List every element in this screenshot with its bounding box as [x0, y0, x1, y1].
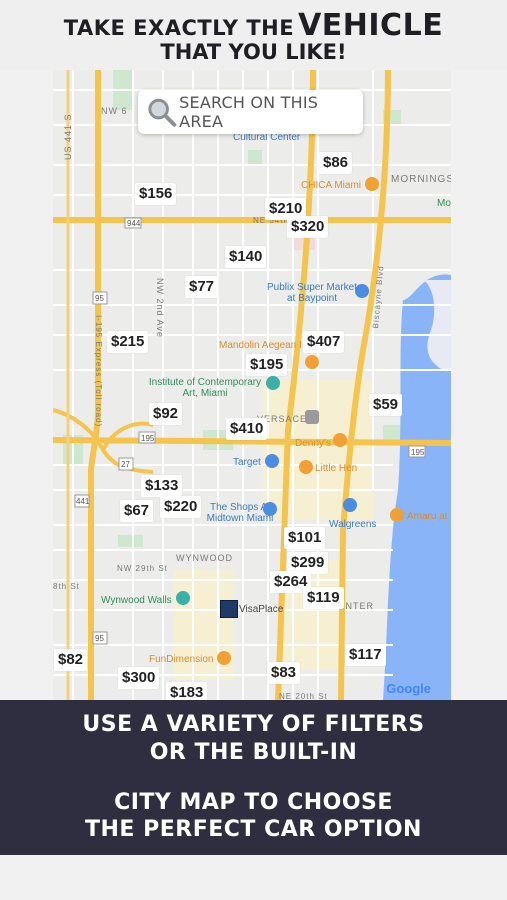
promo-line-3: CITY MAP TO CHOOSE [114, 790, 393, 815]
restaurant-pin-icon[interactable] [217, 651, 231, 665]
fundimension-label: FunDimension [149, 654, 214, 665]
visaplace-icon[interactable] [220, 600, 238, 618]
price-marker[interactable]: $101 [284, 527, 326, 549]
mandolin-label: Mandolin Aegean I [219, 340, 302, 351]
price-marker[interactable]: $410 [226, 418, 268, 440]
price-marker[interactable]: $82 [54, 649, 88, 671]
price-marker[interactable]: $86 [319, 152, 353, 174]
price-marker[interactable]: $140 [225, 246, 267, 268]
price-marker[interactable]: $92 [149, 403, 183, 425]
restaurant-pin-icon[interactable] [390, 508, 404, 522]
us441-label: US 441 S [63, 113, 73, 160]
route-195-label-b: 195 [411, 448, 425, 457]
headline-prefix: TAKE EXACTLY THE [63, 16, 295, 40]
wynwood-label: WYNWOOD [176, 553, 233, 563]
price-marker[interactable]: $195 [246, 354, 288, 376]
price-marker[interactable]: $320 [287, 216, 329, 238]
price-marker[interactable]: $133 [141, 475, 183, 497]
route-27-label: 27 [121, 460, 130, 469]
price-marker[interactable]: $77 [185, 276, 219, 298]
headline-line-1: TAKE EXACTLY THE VEHICLE [0, 8, 507, 43]
nw6-label: NW 6 [101, 106, 128, 116]
publix-label: Publix Super Market at Baypoint [266, 282, 358, 304]
headline-line-2: THAT YOU LIKE! [160, 40, 347, 64]
restaurant-pin-icon[interactable] [333, 433, 347, 447]
attraction-pin-icon[interactable] [176, 591, 190, 605]
institute-label: Institute of Contemporary Art, Miami [148, 377, 262, 399]
search-icon [148, 98, 177, 127]
shopping-pin-icon[interactable] [355, 284, 369, 298]
nw29-label: NW 29th St [117, 564, 168, 573]
dennys-label: Denny's [295, 438, 331, 449]
headline-emphasis: VEHICLE [298, 8, 444, 43]
restaurant-pin-icon[interactable] [365, 177, 379, 191]
mo-label: Mo [437, 198, 451, 209]
google-logo: Google [386, 681, 431, 696]
price-marker[interactable]: $183 [166, 682, 208, 700]
price-marker[interactable]: $67 [120, 500, 154, 522]
price-marker[interactable]: $59 [369, 394, 403, 416]
promo-panel: USE A VARIETY OF FILTERS OR THE BUILT-IN… [0, 700, 507, 855]
restaurant-pin-icon[interactable] [299, 460, 313, 474]
price-marker[interactable]: $83 [267, 662, 301, 684]
littlehen-label: Little Hen [315, 463, 358, 474]
price-marker[interactable]: $220 [160, 496, 202, 518]
price-marker[interactable]: $156 [135, 183, 177, 205]
target-label: Target [233, 457, 261, 468]
amaru-label: Amaru at [407, 511, 448, 522]
shopping-pin-icon[interactable] [263, 502, 277, 516]
promo-line-1: USE A VARIETY OF FILTERS [82, 712, 425, 737]
city-map[interactable]: 944 95 95 195 195 27 441 NW 6 US 441 S N… [53, 70, 451, 700]
price-marker[interactable]: $117 [345, 644, 386, 666]
pharmacy-pin-icon[interactable] [343, 498, 357, 512]
mornings-label: MORNINGS [391, 174, 451, 185]
route-195-label-a: 195 [141, 434, 155, 443]
search-area-label: SEARCH ON THIS AREA [179, 93, 319, 131]
museum-pin-icon[interactable] [266, 376, 280, 390]
ne20-label: NE 20th St [279, 692, 328, 700]
route-944-label: 944 [127, 219, 141, 228]
restaurant-pin-icon[interactable] [305, 355, 319, 369]
search-area-button[interactable]: SEARCH ON THIS AREA [138, 90, 363, 134]
promo-line-4: THE PERFECT CAR OPTION [85, 817, 422, 842]
store-pin-icon[interactable] [305, 410, 319, 424]
wynwoodwalls-label: Wynwood Walls [101, 595, 172, 606]
route-441-label: 441 [76, 497, 90, 506]
route-95-label-a: 95 [95, 294, 104, 303]
nw2nd-label: NW 2nd Ave [155, 278, 165, 338]
visaplace-label: VisaPlace [239, 604, 284, 615]
price-marker[interactable]: $215 [107, 331, 149, 353]
price-marker[interactable]: $407 [303, 331, 345, 353]
walgreens-label: Walgreens [329, 519, 377, 530]
price-marker[interactable]: $119 [303, 587, 344, 609]
shopping-pin-icon[interactable] [265, 454, 279, 468]
price-marker[interactable]: $300 [118, 667, 160, 689]
route-95-label-b: 95 [95, 634, 104, 643]
headline: TAKE EXACTLY THE VEHICLE THAT YOU LIKE! [0, 0, 507, 70]
chica-label: CHICA Miami [301, 180, 362, 191]
i195-label: I-195 Express (Toll road) [94, 315, 103, 428]
8th-st-label: 8th St [53, 582, 80, 591]
promo-line-2: OR THE BUILT-IN [149, 740, 358, 765]
